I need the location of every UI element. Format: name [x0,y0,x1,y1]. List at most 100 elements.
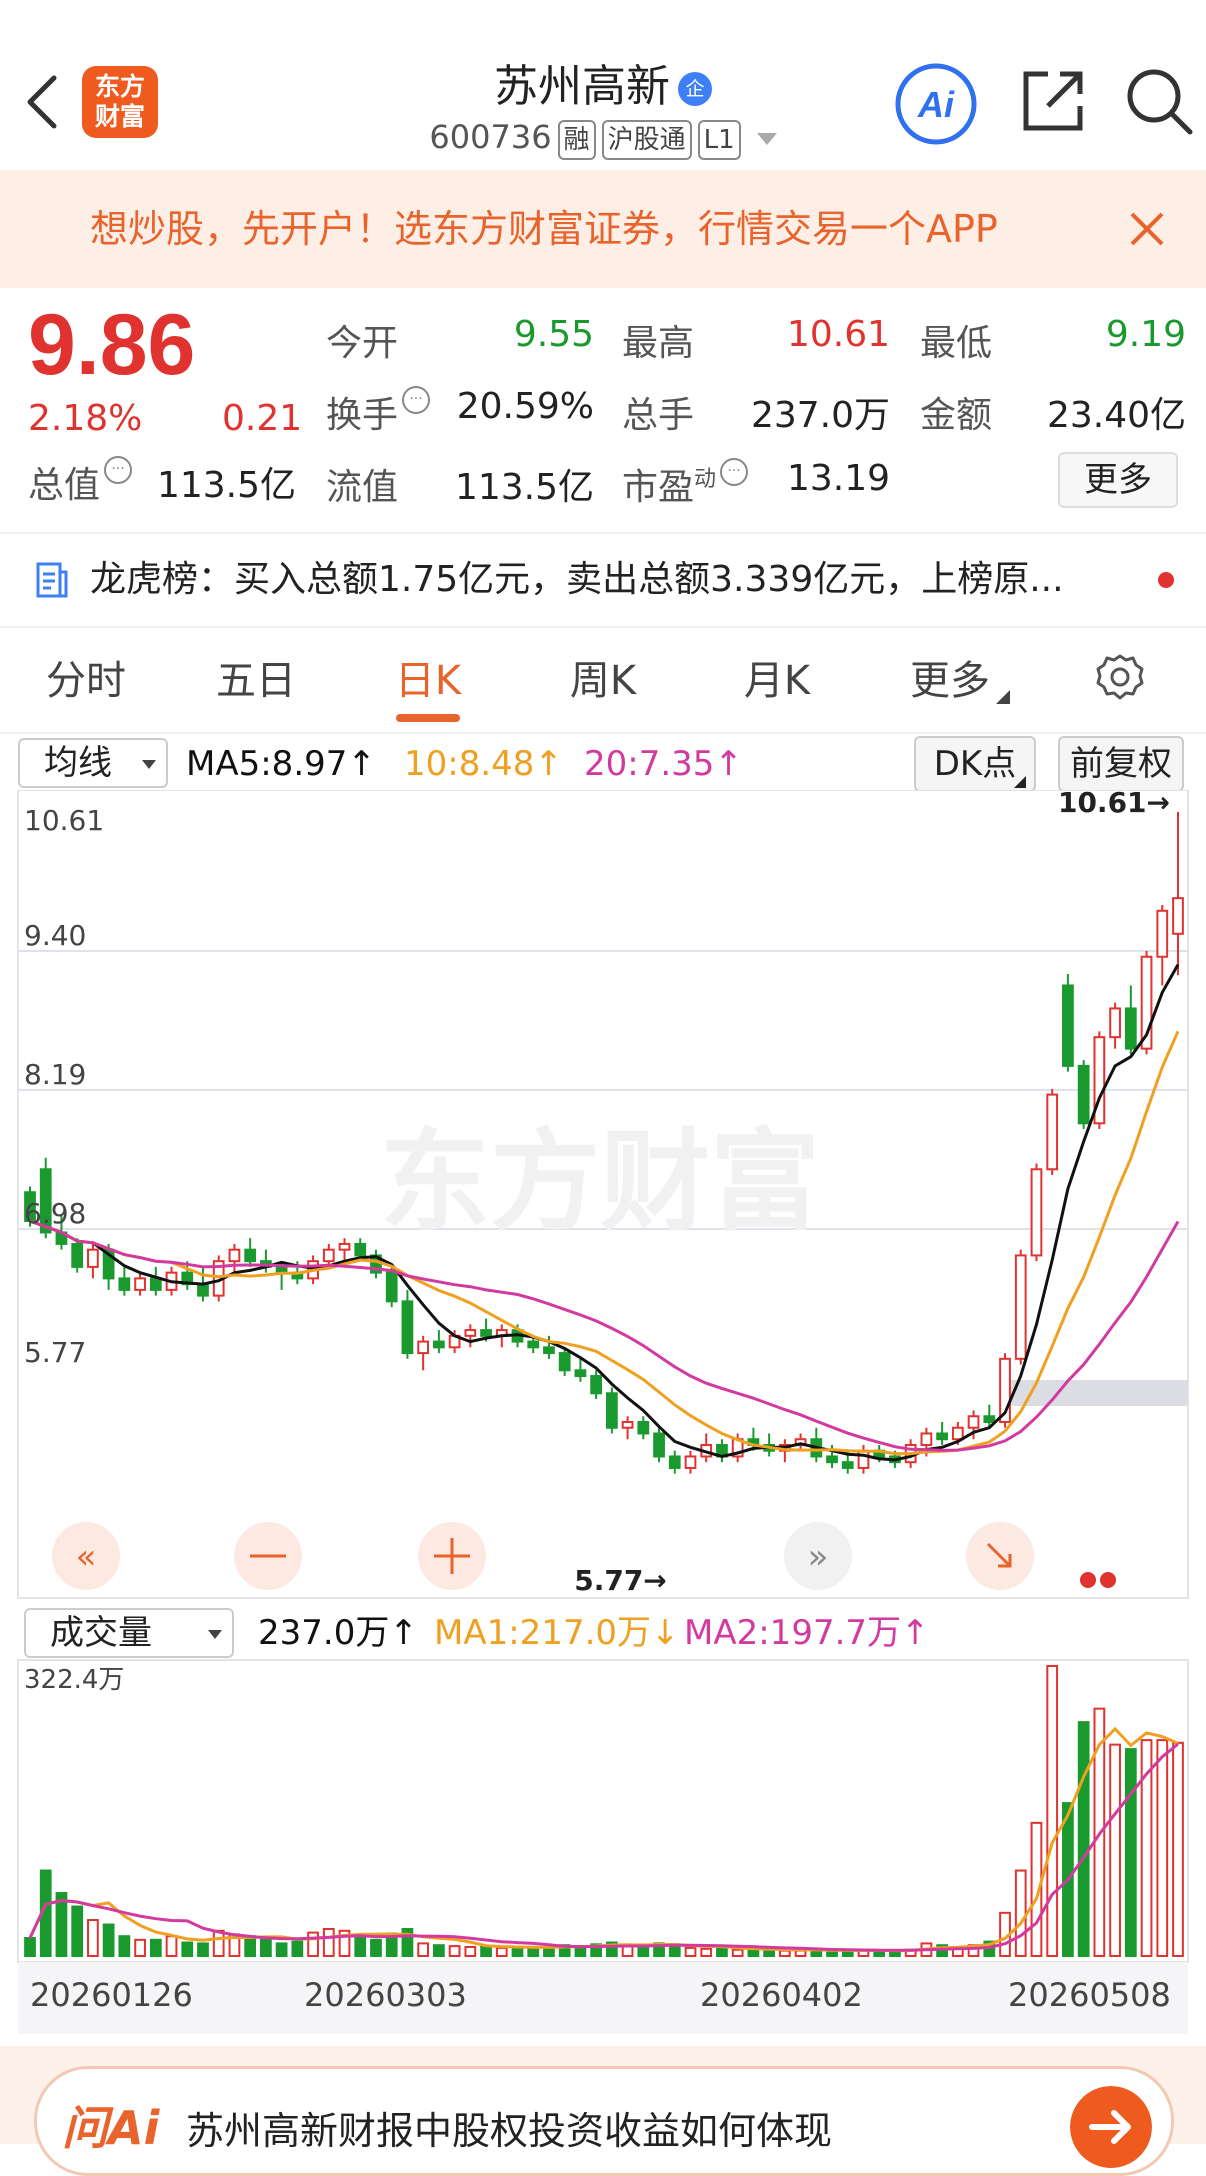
divider [0,732,1206,734]
volume-bar [464,1946,477,1958]
tag-level1: L1 [697,120,741,160]
caret-down-icon [208,1630,222,1639]
volume-bar [716,1947,728,1957]
caret-down-icon[interactable] [756,133,777,145]
tab-daily-k[interactable]: 日K [372,636,484,726]
float-value: 113.5亿 [454,467,594,508]
volume-bar [1014,1869,1027,1957]
candle [841,1461,854,1469]
volume-bar [1124,1748,1137,1957]
share-icon[interactable] [1020,68,1086,134]
candle [1124,1007,1137,1050]
watermark: 东方财富 [380,1118,820,1246]
change-amount: 0.21 [222,398,303,439]
volume-bar [448,1945,461,1958]
volume-bar [480,1946,492,1958]
forward-adjust-button[interactable]: 前复权 [1058,736,1184,792]
volume-bar [71,1905,84,1958]
search-icon[interactable] [1124,66,1194,136]
candle [857,1449,870,1469]
indicator-dot [1100,1572,1116,1588]
volume-bar [260,1938,272,1958]
x-tick-label: 20260508 [1008,1976,1171,2014]
high-value: 10.61 [786,314,890,355]
x-tick-label: 20260303 [304,1976,467,2014]
candle [354,1242,367,1257]
candle [228,1248,241,1263]
candle [605,1392,618,1429]
close-icon[interactable] [1126,208,1168,250]
arrow-right-icon[interactable] [1070,2086,1152,2168]
tab-more[interactable]: 更多 [894,636,1006,726]
volume-bar [134,1938,146,1958]
y-tick-label: 6.98 [24,1197,86,1230]
gear-icon[interactable] [1094,652,1146,704]
min-price-label: 5.77→ [574,1564,667,1597]
volume-readout: 237.0万↑ [258,1613,418,1653]
candle [574,1369,587,1378]
candle [118,1277,131,1291]
candle [653,1432,665,1458]
amount-label: 金额 [920,395,993,436]
dragon-tiger-list-text[interactable]: 龙虎榜：买入总额1.75亿元，卖出总额3.339亿元，上榜原... [90,534,1126,626]
volume-bar [197,1942,209,1958]
tab-weekly-k[interactable]: 周K [544,636,662,726]
volume-bar [495,1946,508,1957]
info-icon[interactable]: ··· [104,456,133,484]
stock-code: 600736 [429,118,552,156]
support-band [1000,1380,1188,1406]
volume-bar [165,1935,178,1958]
volume-bar [778,1949,791,1958]
turnover-label-text: 换手 [326,395,399,436]
candle [480,1329,492,1337]
candle [71,1242,84,1268]
total-value-label: 总值 ··· [28,456,133,508]
candle [920,1432,933,1446]
high-label: 最高 [622,323,695,364]
info-icon[interactable]: ··· [402,386,431,414]
ai-assistant-icon[interactable]: Ai [894,62,978,146]
candle [936,1432,948,1441]
volume-bar [1109,1743,1121,1958]
volume-bar [1156,1739,1169,1957]
volume-label: 总手 [622,395,695,436]
indicator-select[interactable]: 均线 [18,738,168,788]
volume-bar [637,1946,650,1958]
promo-banner[interactable]: 想炒股，先开户！选东方财富证券，行情交易一个APP [0,170,1206,288]
volume-panel-frame [17,1659,1189,1963]
ma5-readout: MA5:8.97↑ [186,744,376,784]
more-quote-button[interactable]: 更多 [1058,452,1178,508]
candle [401,1300,414,1355]
volume-bar [417,1942,430,1958]
tab-monthly-k[interactable]: 月K [718,636,836,726]
volume-indicator-select[interactable]: 成交量 [24,1608,234,1658]
active-tab-indicator [396,714,460,722]
volume-bar [794,1949,807,1958]
max-price-label: 10.61→ [1058,790,1170,819]
ask-ai-question[interactable]: 苏州高新财报中股权投资收益如何体现 [186,2100,832,2155]
tab-five-day[interactable]: 五日 [200,636,312,726]
stock-name: 苏州高新 [494,61,670,112]
pe-label: 市盈动 ··· [622,458,749,510]
x-tick-label: 20260402 [700,1976,863,2014]
candle [1062,984,1074,1067]
candle [322,1248,335,1263]
ai-icon-label: Ai [917,84,955,125]
candle [590,1375,603,1395]
amount-value: 23.40亿 [1046,395,1186,436]
y-tick-label: 9.40 [24,919,86,952]
candle [543,1346,555,1355]
ask-ai-logo: 问Ai [62,2101,160,2155]
volume-bar [700,1947,713,1957]
dk-point-label: DK点 [933,744,1017,784]
volume-bar [181,1941,194,1958]
candle [558,1352,571,1372]
open-label: 今开 [326,323,399,364]
vol-ma2-readout: MA2:197.7万↑ [684,1613,930,1653]
tab-intraday[interactable]: 分时 [30,636,142,726]
volume-bar [354,1937,367,1957]
candle [433,1340,445,1349]
kline-chart[interactable]: 东方财富 10.619.408.196.985.77 10.61→ 5.77→ … [0,790,1206,2046]
indicator-select-label: 均线 [44,743,112,783]
candle [417,1340,430,1355]
